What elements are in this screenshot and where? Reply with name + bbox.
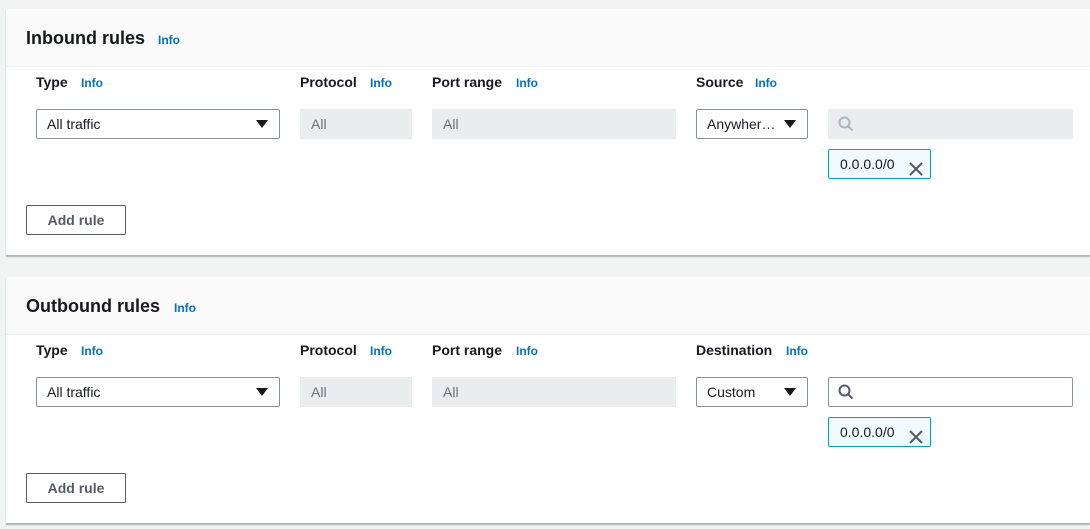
port-range-label: Port range xyxy=(432,74,503,90)
destination-select[interactable]: Custom xyxy=(696,377,808,407)
source-cidr-token: 0.0.0.0/0 xyxy=(828,149,931,179)
destination-info-link[interactable]: Info xyxy=(786,344,808,358)
inbound-rules-header: Inbound rules Info xyxy=(6,9,1090,67)
type-info-link[interactable]: Info xyxy=(81,76,103,90)
protocol-info-link[interactable]: Info xyxy=(370,76,392,90)
protocol-value: All xyxy=(311,116,327,132)
protocol-label: Protocol xyxy=(300,342,357,358)
outbound-rules-title: Outbound rules xyxy=(26,296,160,316)
type-select[interactable]: All traffic xyxy=(36,109,280,139)
port-range-value: All xyxy=(443,384,459,400)
type-info-link[interactable]: Info xyxy=(81,344,103,358)
port-range-field: All xyxy=(432,109,676,139)
search-icon xyxy=(838,384,854,405)
source-select-value: Anywher… xyxy=(707,116,776,132)
protocol-field: All xyxy=(300,377,412,407)
source-select[interactable]: Anywher… xyxy=(696,109,808,139)
destination-select-value: Custom xyxy=(707,384,756,400)
add-inbound-rule-button[interactable]: Add rule xyxy=(26,205,126,235)
port-range-label: Port range xyxy=(432,342,503,358)
caret-down-icon xyxy=(784,388,796,396)
caret-down-icon xyxy=(256,120,268,128)
port-range-info-link[interactable]: Info xyxy=(516,344,538,358)
close-icon[interactable] xyxy=(909,425,923,453)
source-info-link[interactable]: Info xyxy=(755,76,777,90)
source-cidr-token-label: 0.0.0.0/0 xyxy=(840,156,895,172)
protocol-value: All xyxy=(311,384,327,400)
inbound-rules-title: Inbound rules xyxy=(26,28,145,48)
protocol-field: All xyxy=(300,109,412,139)
type-select-value: All traffic xyxy=(47,116,101,132)
outbound-rules-info-link[interactable]: Info xyxy=(174,301,196,315)
destination-cidr-token: 0.0.0.0/0 xyxy=(828,417,931,447)
outbound-rules-header: Outbound rules Info xyxy=(6,277,1090,335)
source-search-input[interactable] xyxy=(828,109,1073,139)
type-select[interactable]: All traffic xyxy=(36,377,280,407)
caret-down-icon xyxy=(784,120,796,128)
port-range-field: All xyxy=(432,377,676,407)
type-label: Type xyxy=(36,74,68,90)
destination-search-input[interactable] xyxy=(828,377,1073,407)
search-icon xyxy=(838,116,854,137)
type-label: Type xyxy=(36,342,68,358)
destination-cidr-token-label: 0.0.0.0/0 xyxy=(840,424,895,440)
caret-down-icon xyxy=(256,388,268,396)
add-outbound-rule-button[interactable]: Add rule xyxy=(26,473,126,503)
outbound-rules-panel: Outbound rules Info Type Info Protocol I… xyxy=(6,277,1090,524)
inbound-rules-info-link[interactable]: Info xyxy=(158,33,180,47)
inbound-rules-panel: Inbound rules Info Type Info Protocol In… xyxy=(6,9,1090,256)
close-icon[interactable] xyxy=(909,157,923,185)
protocol-label: Protocol xyxy=(300,74,357,90)
destination-label: Destination xyxy=(696,342,773,358)
protocol-info-link[interactable]: Info xyxy=(370,344,392,358)
port-range-info-link[interactable]: Info xyxy=(516,76,538,90)
port-range-value: All xyxy=(443,116,459,132)
source-label: Source xyxy=(696,74,744,90)
type-select-value: All traffic xyxy=(47,384,101,400)
